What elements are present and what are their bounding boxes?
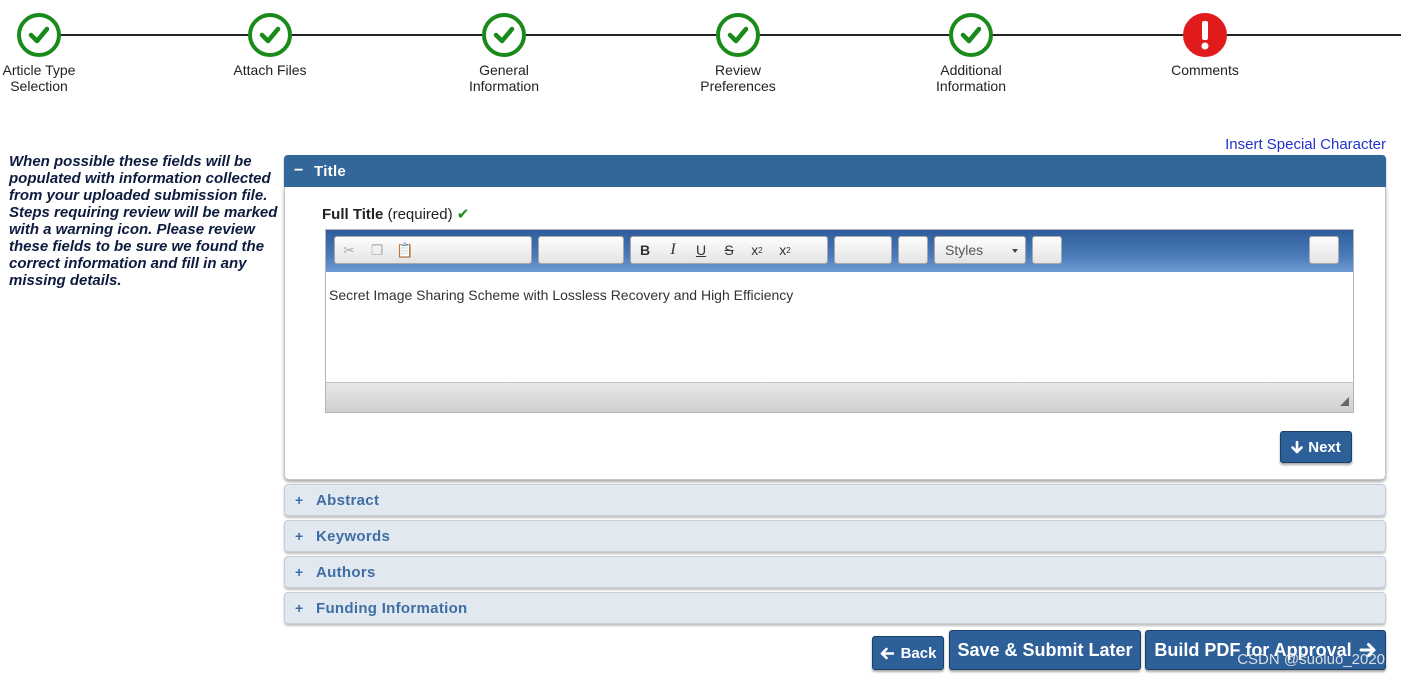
arrow-down-icon [1291, 440, 1304, 453]
expand-icon: + [295, 600, 304, 616]
check-circle-icon [17, 13, 61, 57]
toolbar-group-empty[interactable] [898, 236, 928, 264]
step-review-preferences[interactable]: Review Preferences [663, 13, 813, 94]
toolbar-group-empty[interactable] [834, 236, 892, 264]
maximize-button[interactable] [1309, 236, 1339, 264]
copy-icon[interactable]: ❐ [363, 237, 391, 263]
keywords-panel-header[interactable]: + Keywords [284, 520, 1386, 552]
exclamation-circle-icon [1183, 13, 1227, 57]
submission-page: Article Type Selection Attach Files Gener… [0, 0, 1401, 680]
watermark: CSDN @suoluo_2020 [1237, 651, 1385, 668]
panel-title: Abstract [316, 491, 380, 509]
step-attach-files[interactable]: Attach Files [195, 13, 345, 78]
step-general-information[interactable]: General Information [429, 13, 579, 94]
rich-text-editor: ✂ ❐ 📋 B I U S x2 x2 Styles Secret Image … [325, 229, 1354, 413]
toolbar-group-empty[interactable] [538, 236, 624, 264]
cut-icon[interactable]: ✂ [335, 237, 363, 263]
step-label: Article Type Selection [2, 62, 76, 94]
clipboard-group: ✂ ❐ 📋 [334, 236, 532, 264]
panel-title: Keywords [316, 527, 391, 545]
resize-handle-icon[interactable] [1340, 397, 1349, 406]
back-button[interactable]: Back [872, 636, 944, 670]
panel-title: Title [314, 162, 347, 180]
step-label: General Information [468, 62, 540, 94]
underline-icon[interactable]: U [687, 237, 715, 263]
authors-panel-header[interactable]: + Authors [284, 556, 1386, 588]
funding-information-panel-header[interactable]: + Funding Information [284, 592, 1386, 624]
title-editor-input[interactable]: Secret Image Sharing Scheme with Lossles… [326, 272, 1353, 382]
collapse-icon: − [294, 162, 304, 179]
title-panel-body: Full Title (required) ✔ ✂ ❐ 📋 B I U S x2… [284, 187, 1386, 480]
check-icon: ✔ [456, 206, 470, 223]
strikethrough-icon[interactable]: S [715, 237, 743, 263]
expand-icon: + [295, 528, 304, 544]
step-label: Review Preferences [700, 62, 776, 94]
bold-icon[interactable]: B [631, 237, 659, 263]
step-additional-information[interactable]: Additional Information [896, 13, 1046, 94]
check-circle-icon [248, 13, 292, 57]
step-label: Attach Files [233, 62, 307, 78]
superscript-icon[interactable]: x2 [743, 237, 771, 263]
insert-special-character-link[interactable]: Insert Special Character [1225, 136, 1386, 153]
title-panel-header[interactable]: − Title [284, 155, 1386, 187]
format-group: B I U S x2 x2 [630, 236, 828, 264]
editor-status-bar [326, 382, 1353, 412]
step-comments[interactable]: Comments [1130, 13, 1280, 78]
check-circle-icon [716, 13, 760, 57]
arrow-left-icon [880, 647, 894, 659]
italic-icon[interactable]: I [659, 237, 687, 263]
chevron-down-icon [1012, 249, 1018, 253]
abstract-panel-header[interactable]: + Abstract [284, 484, 1386, 516]
panel-title: Funding Information [316, 599, 468, 617]
step-label: Additional Information [935, 62, 1007, 94]
save-submit-later-button[interactable]: Save & Submit Later [949, 630, 1141, 670]
step-label: Comments [1171, 62, 1239, 78]
styles-dropdown[interactable]: Styles [934, 236, 1026, 264]
check-circle-icon [949, 13, 993, 57]
help-note: When possible these fields will be popul… [9, 153, 278, 289]
expand-icon: + [295, 564, 304, 580]
step-article-type[interactable]: Article Type Selection [0, 13, 114, 94]
subscript-icon[interactable]: x2 [771, 237, 799, 263]
check-circle-icon [482, 13, 526, 57]
paste-icon[interactable]: 📋 [391, 237, 419, 263]
expand-icon: + [295, 492, 304, 508]
panel-title: Authors [316, 563, 376, 581]
full-title-label: Full Title (required) ✔ [322, 206, 470, 223]
editor-toolbar: ✂ ❐ 📋 B I U S x2 x2 Styles [326, 230, 1353, 272]
toolbar-group-empty[interactable] [1032, 236, 1062, 264]
next-button[interactable]: Next [1280, 431, 1352, 463]
